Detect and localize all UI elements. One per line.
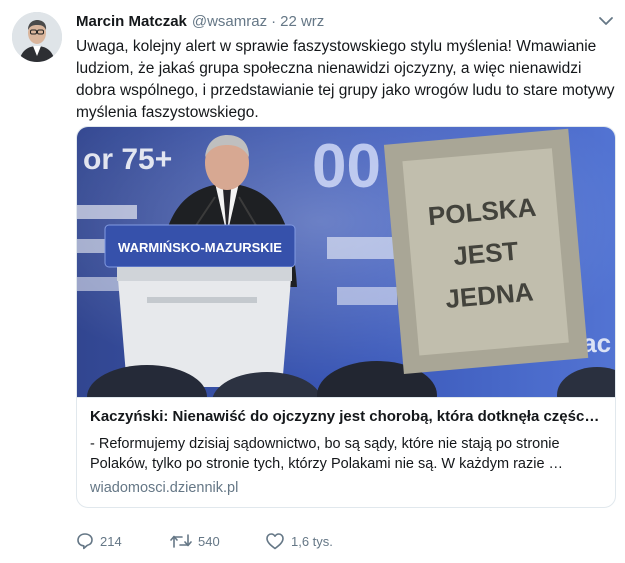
card-description: - Reformujemy dzisiaj sądownictwo, bo są… [90, 436, 564, 472]
card-image[interactable]: or 75+ 00 d rac WARMIŃSKO-MAZURSKIE POLS… [77, 127, 615, 397]
reply-icon [77, 533, 93, 550]
card-domain[interactable]: wiadomosci.dziennik.pl [90, 480, 238, 496]
header-separator: · [271, 12, 277, 30]
tweet: Marcin Matczak @wsamraz · 22 wrz Uwaga, … [0, 0, 625, 563]
card-title[interactable]: Kaczyński: Nienawiść do ojczyzny jest ch… [90, 407, 606, 427]
user-avatar-icon [12, 12, 62, 62]
card-body[interactable]: Kaczyński: Nienawiść do ojczyzny jest ch… [77, 397, 615, 507]
tweet-text: Uwaga, kolejny alert w sprawie faszystow… [76, 38, 615, 121]
chevron-down-icon [599, 17, 613, 25]
reply-button[interactable]: 214 [76, 532, 170, 550]
news-photo-icon: or 75+ 00 d rac WARMIŃSKO-MAZURSKIE POLS… [77, 127, 615, 397]
retweet-count: 540 [198, 533, 220, 549]
tweet-timestamp[interactable]: 22 wrz [280, 13, 324, 30]
heart-icon [266, 533, 284, 550]
link-card[interactable]: or 75+ 00 d rac WARMIŃSKO-MAZURSKIE POLS… [76, 126, 616, 508]
author-name[interactable]: Marcin Matczak [76, 13, 187, 30]
tweet-actions: 214 540 1,6 tys. [76, 530, 365, 552]
author-avatar[interactable] [12, 12, 62, 62]
author-handle[interactable]: @wsamraz [192, 13, 267, 30]
more-options-button[interactable] [598, 14, 614, 28]
reply-count: 214 [100, 533, 122, 549]
like-button[interactable]: 1,6 tys. [265, 532, 365, 550]
retweet-icon [170, 534, 192, 548]
like-count: 1,6 tys. [291, 533, 333, 549]
retweet-button[interactable]: 540 [170, 532, 265, 550]
tweet-header: Marcin Matczak @wsamraz · 22 wrz [76, 10, 324, 32]
